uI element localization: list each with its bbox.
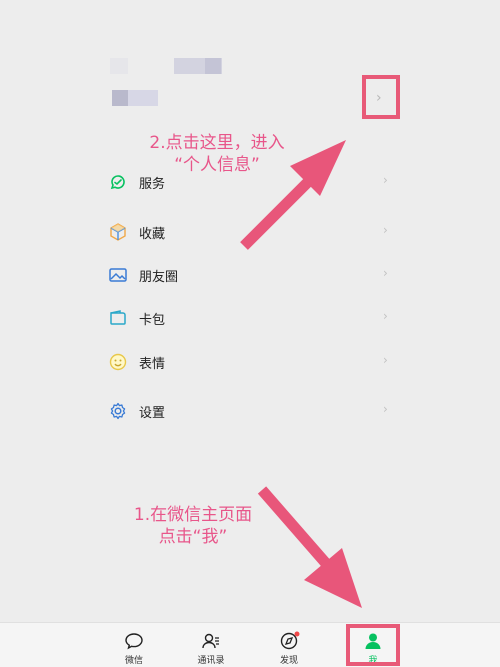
menu-item-settings[interactable]: 设置 › — [0, 393, 500, 429]
menu-item-label: 卡包 — [139, 313, 166, 328]
card-wallet-icon — [110, 310, 126, 325]
annotation-step1: 1.在微信主页面 点击“我” — [118, 504, 268, 548]
sticker-icon — [109, 353, 127, 371]
arrow-to-me-tab-icon — [257, 486, 362, 608]
annotation-step2-line2: “个人信息” — [174, 155, 260, 175]
annotation-step2-line1: 2.点击这里，进入 — [149, 133, 285, 153]
chat-bubble-icon — [125, 633, 143, 650]
tab-label: 微信 — [124, 656, 143, 666]
settings-gear-icon — [110, 402, 126, 420]
moments-icon — [109, 268, 127, 282]
chevron-right-icon: › — [383, 223, 388, 237]
menu-item-moments[interactable]: 朋友圈 › — [0, 257, 500, 293]
chevron-right-icon: › — [383, 266, 388, 280]
profile-name-blur — [205, 58, 221, 74]
chevron-right-icon: › — [383, 402, 388, 416]
menu-item-label: 朋友圈 — [139, 270, 179, 285]
annotation-step1-line2: 点击“我” — [158, 527, 228, 547]
annotation-step1-line1: 1.在微信主页面 — [133, 505, 253, 525]
profile-name-blur — [110, 58, 128, 74]
contacts-icon — [202, 633, 219, 649]
tab-label: 通讯录 — [197, 656, 225, 666]
profile-entry-button[interactable]: › — [362, 75, 400, 119]
menu-item-favorites[interactable]: 收藏 › — [0, 214, 500, 250]
menu-item-stickers[interactable]: 表情 › — [0, 344, 500, 380]
tab-contacts[interactable]: 通讯录 — [176, 623, 246, 667]
tab-chats[interactable]: 微信 — [99, 623, 169, 667]
menu-item-label: 设置 — [139, 406, 166, 421]
chevron-right-icon: › — [376, 90, 382, 106]
menu-item-card-wallet[interactable]: 卡包 › — [0, 300, 500, 336]
service-icon — [110, 175, 125, 190]
chevron-right-icon: › — [383, 173, 388, 187]
menu-item-label: 收藏 — [139, 227, 166, 242]
profile-id-blur — [112, 90, 128, 106]
annotation-step2: 2.点击这里，进入 “个人信息” — [132, 132, 302, 176]
menu-item-label: 表情 — [139, 357, 166, 372]
me-tab-highlight-frame — [346, 624, 400, 666]
favorites-icon — [110, 223, 126, 241]
chevron-right-icon: › — [383, 353, 388, 367]
bottom-tab-bar: 微信 通讯录 发现 我 — [0, 622, 500, 667]
chevron-right-icon: › — [383, 309, 388, 323]
tab-label: 发现 — [279, 656, 298, 666]
tab-discover[interactable]: 发现 — [254, 623, 324, 667]
compass-icon — [280, 631, 300, 650]
